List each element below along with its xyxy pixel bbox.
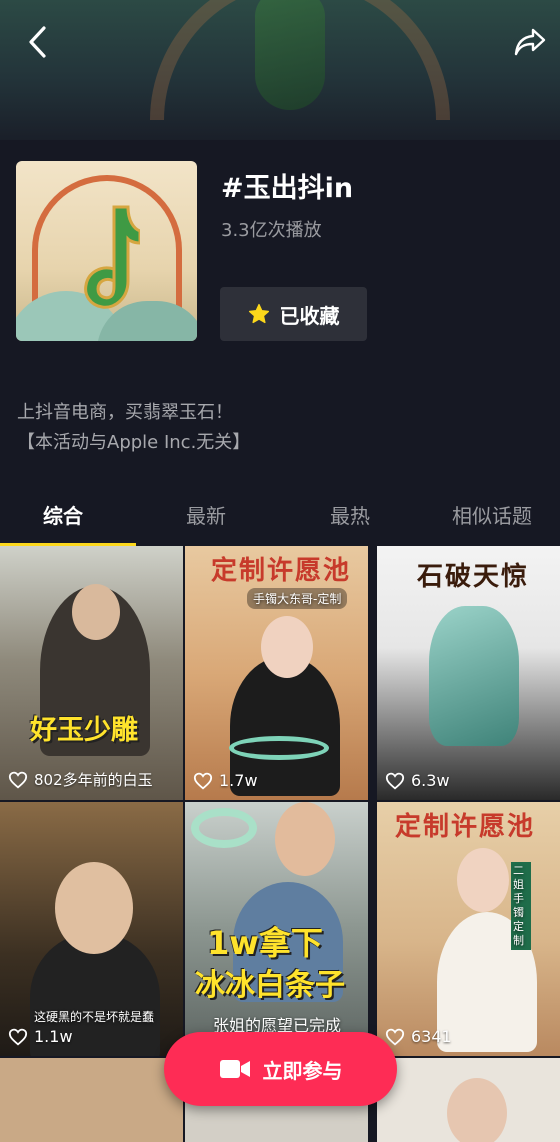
video-overlay-text-2: 冰冰白条子 <box>195 968 345 1003</box>
banner-jade-decoration <box>255 0 325 110</box>
join-now-button[interactable]: 立即参与 <box>164 1032 397 1106</box>
description-line: 【本活动与Apple Inc.无关】 <box>17 432 251 453</box>
heart-icon <box>193 772 213 790</box>
video-card[interactable]: 1w拿下 冰冰白条子 张姐的愿望已完成 <box>185 802 368 1056</box>
video-camera-icon <box>219 1060 250 1078</box>
share-arrow-icon <box>514 28 546 56</box>
heart-icon <box>385 772 405 790</box>
like-count: 1.1w <box>34 1027 73 1046</box>
jade-bracelet-image <box>191 808 257 848</box>
jade-bracelet-image <box>229 736 329 760</box>
like-count: 6.3w <box>411 771 450 790</box>
favorite-label: 已收藏 <box>279 303 340 328</box>
video-overlay-text: 定制许愿池 <box>395 812 536 842</box>
heart-icon <box>8 771 28 789</box>
video-overlay-text: 定制许愿池 <box>211 556 352 586</box>
tab-similar-topics[interactable]: 相似话题 <box>452 500 532 529</box>
like-count: 1.7w <box>219 771 258 790</box>
tab-bar: 综合 最新 最热 相似话题 <box>0 490 560 546</box>
star-icon <box>248 303 269 324</box>
video-overlay-text: 1w拿下 <box>207 924 323 962</box>
video-card[interactable] <box>377 1058 560 1142</box>
back-button[interactable] <box>18 22 58 62</box>
tab-hottest[interactable]: 最热 <box>330 500 370 529</box>
video-likes: 6341 <box>385 1027 452 1046</box>
topic-cover-image <box>16 161 197 341</box>
like-count: 6341 <box>411 1027 452 1046</box>
topic-description: 上抖音电商，买翡翠玉石！ 【本活动与Apple Inc.无关】 <box>17 398 250 458</box>
topic-banner <box>0 0 560 140</box>
chevron-left-icon <box>29 26 46 58</box>
topic-title: #玉出抖in <box>221 173 354 204</box>
video-card[interactable] <box>0 1058 183 1142</box>
favorite-button[interactable]: 已收藏 <box>220 287 367 341</box>
description-line: 上抖音电商，买翡翠玉石！ <box>17 402 233 423</box>
video-card[interactable]: 定制许愿池 手镯大东哥-定制 1.7w <box>185 546 368 800</box>
video-card[interactable]: 定制许愿池 二姐手镯定制 6341 <box>377 802 560 1056</box>
video-likes: 6.3w <box>385 771 450 790</box>
heart-icon <box>385 1028 405 1046</box>
share-button[interactable] <box>510 22 550 62</box>
video-subtitle: 二姐手镯定制 <box>511 862 531 950</box>
video-overlay-text: 石破天惊 <box>417 562 530 592</box>
video-card[interactable]: 这硬黑的不是坏就是蠢 1.1w <box>0 802 183 1056</box>
video-subtitle: 手镯大东哥-定制 <box>247 588 348 609</box>
video-likes: 1.1w <box>8 1027 73 1046</box>
jade-tiktok-note-icon <box>84 205 140 309</box>
video-card[interactable]: 石破天惊 6.3w <box>377 546 560 800</box>
tab-comprehensive[interactable]: 综合 <box>43 500 83 529</box>
video-subtitle: 802多年前的白玉 <box>34 771 153 789</box>
video-likes: 1.7w <box>193 771 258 790</box>
video-card[interactable]: 好玉少雕 802多年前的白玉 <box>0 546 183 800</box>
join-now-label: 立即参与 <box>262 1058 343 1083</box>
video-overlay-text: 好玉少雕 <box>30 715 138 746</box>
video-likes: 802多年前的白玉 <box>8 769 153 790</box>
heart-icon <box>8 1028 28 1046</box>
video-subtitle: 这硬黑的不是坏就是蠢 <box>34 1010 155 1024</box>
play-count: 3.3亿次播放 <box>221 220 322 241</box>
jade-carving-image <box>429 606 519 746</box>
tab-latest[interactable]: 最新 <box>186 500 226 529</box>
